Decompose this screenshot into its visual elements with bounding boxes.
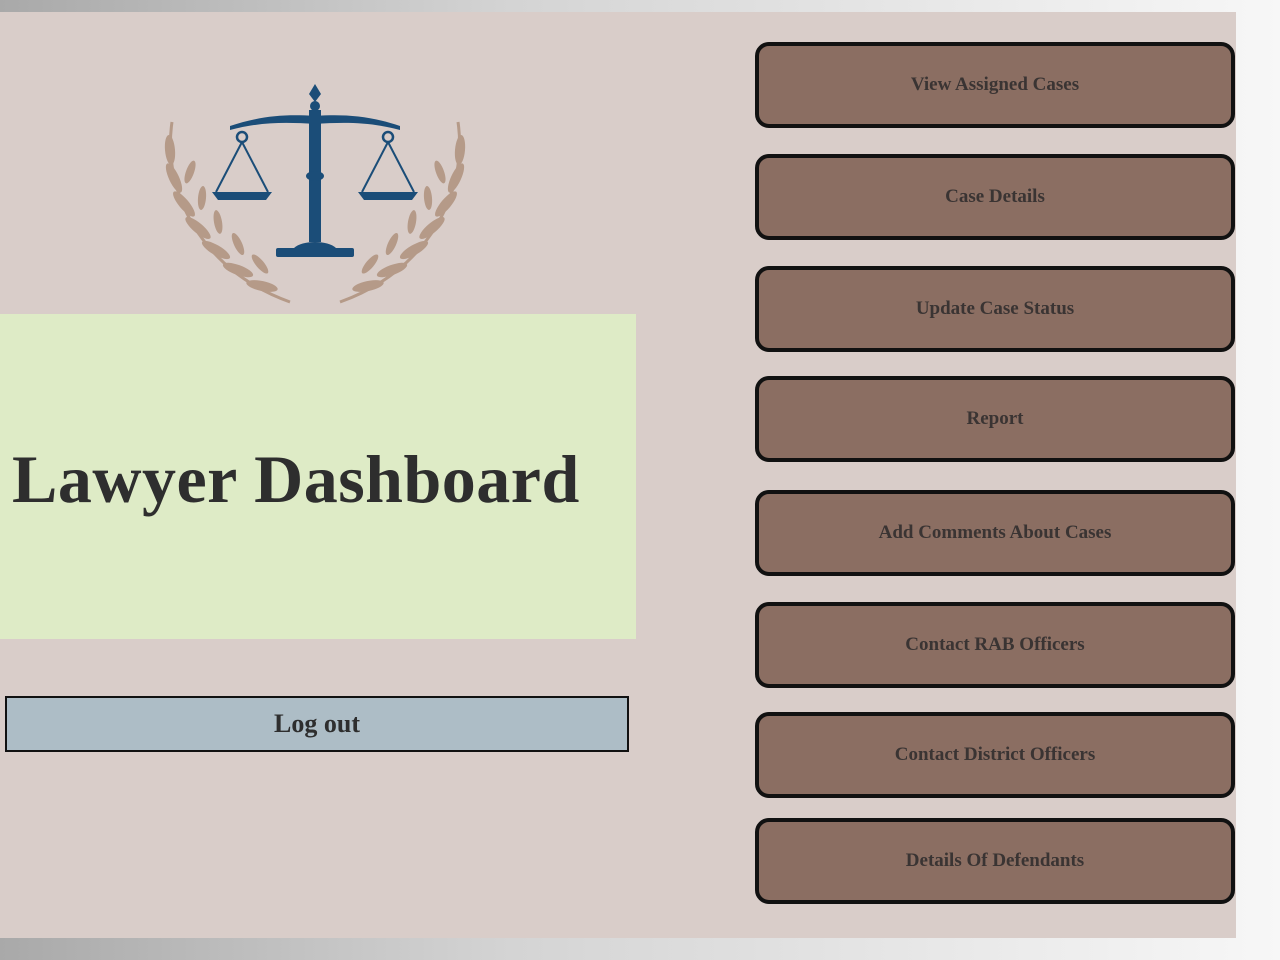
page-title: Lawyer Dashboard xyxy=(12,441,580,517)
case-details-button[interactable]: Case Details xyxy=(755,154,1235,240)
contact-district-officers-button[interactable]: Contact District Officers xyxy=(755,712,1235,798)
title-banner: Lawyer Dashboard xyxy=(0,314,636,639)
scales-icon xyxy=(212,84,418,257)
update-case-status-button[interactable]: Update Case Status xyxy=(755,266,1235,352)
dashboard-panel: Lawyer Dashboard Log out View Assigned C… xyxy=(0,12,1236,938)
logout-button[interactable]: Log out xyxy=(5,696,629,752)
view-assigned-cases-button[interactable]: View Assigned Cases xyxy=(755,42,1235,128)
add-comments-button[interactable]: Add Comments About Cases xyxy=(755,490,1235,576)
scales-of-justice-logo-icon xyxy=(164,84,466,304)
contact-rab-officers-button[interactable]: Contact RAB Officers xyxy=(755,602,1235,688)
report-button[interactable]: Report xyxy=(755,376,1235,462)
details-of-defendants-button[interactable]: Details Of Defendants xyxy=(755,818,1235,904)
